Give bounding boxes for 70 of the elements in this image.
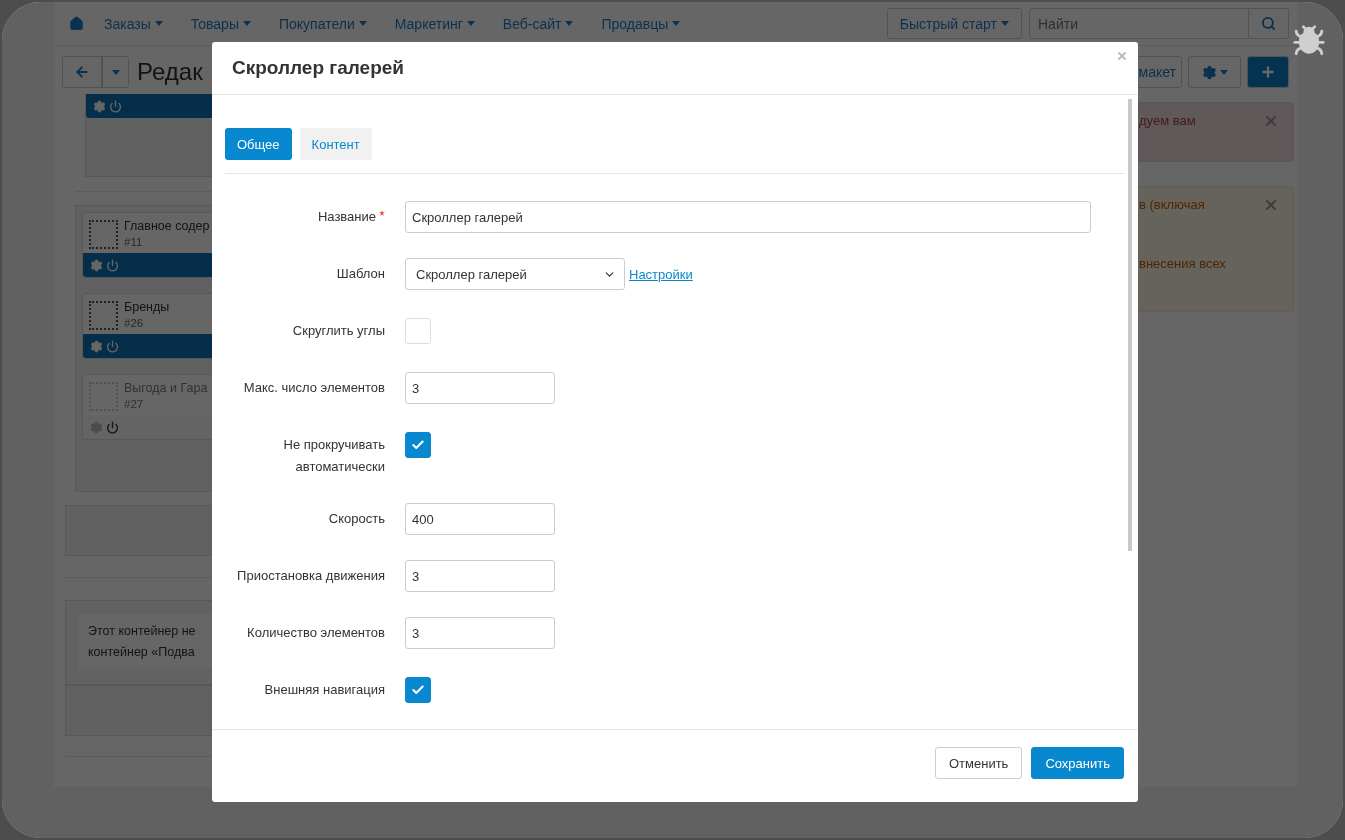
text-field[interactable]: 3	[405, 372, 555, 404]
caret-icon	[466, 21, 475, 26]
save-button[interactable]: Сохранить	[1031, 747, 1124, 779]
caret-icon	[242, 21, 251, 26]
notice-text: Этот контейнер не	[88, 624, 197, 638]
add-button[interactable]	[1247, 56, 1289, 88]
caret-icon	[672, 21, 681, 26]
tab[interactable]: Общее	[225, 128, 292, 160]
menu-item[interactable]: Маркетинг	[394, 15, 475, 32]
menu-item[interactable]: Заказы	[104, 15, 163, 32]
checkbox[interactable]	[405, 432, 431, 458]
text-field[interactable]: 3	[405, 617, 555, 649]
block-icon	[89, 301, 118, 330]
field-label: Скруглить углы	[292, 322, 385, 340]
menu-item[interactable]: Продавцы	[601, 15, 681, 32]
check-icon	[411, 438, 425, 452]
close-icon[interactable]	[1263, 197, 1279, 213]
menu-item[interactable]: Покупатели	[278, 15, 367, 32]
power-icon[interactable]	[109, 99, 122, 113]
template-select[interactable]: Скроллер галерей	[405, 258, 625, 290]
bug-icon[interactable]	[1292, 24, 1326, 58]
dropdown-button[interactable]	[102, 56, 129, 88]
text-field[interactable]: Скроллер галерей	[405, 201, 1091, 233]
home-icon[interactable]	[69, 16, 84, 31]
cancel-button[interactable]: Отменить	[935, 747, 1023, 779]
checkbox[interactable]	[405, 677, 431, 703]
power-icon[interactable]	[106, 339, 119, 353]
block-name: Главное содер	[124, 219, 210, 233]
check-icon	[411, 683, 425, 697]
field-label: Название	[317, 208, 376, 226]
dialog-title: Скроллер галерей	[232, 57, 405, 79]
caret-icon	[1219, 69, 1228, 75]
field-label: Количество элементов	[247, 624, 385, 642]
page-title: Редак	[137, 58, 203, 86]
alert-text: внесения всех	[1139, 256, 1226, 271]
field-label: Приостановка движения	[237, 567, 385, 585]
tab[interactable]: Контент	[299, 128, 372, 160]
menu-item[interactable]: Товары	[190, 15, 251, 32]
quick-start-button[interactable]: Быстрый старт	[886, 8, 1022, 39]
plus-icon	[1260, 64, 1276, 80]
text-field[interactable]: 3	[405, 560, 555, 592]
notice-text: контейнер «Подва	[88, 645, 196, 659]
field-label: Шаблон	[336, 265, 385, 283]
back-button[interactable]	[62, 56, 102, 88]
caret-icon	[358, 21, 367, 26]
field-label: Не прокручивать автоматически	[282, 436, 385, 476]
search-icon	[1261, 16, 1276, 31]
alert-text: дуем вам	[1139, 113, 1196, 128]
close-icon[interactable]	[1263, 113, 1279, 129]
field-label: Макс. число элементов	[243, 379, 385, 397]
text-field[interactable]: 400	[405, 503, 555, 535]
settings-button[interactable]	[1188, 56, 1241, 88]
caret-icon	[154, 21, 163, 26]
alert-text: в (включая	[1139, 197, 1205, 212]
power-icon[interactable]	[106, 258, 119, 272]
gear-icon	[1201, 64, 1217, 80]
block-number: #11	[124, 236, 144, 248]
search-button[interactable]	[1249, 8, 1289, 39]
block-name: Бренды	[124, 300, 170, 314]
menu-item[interactable]: Веб-сайт	[502, 15, 574, 32]
field-label: Скорость	[328, 510, 385, 528]
caret-icon	[565, 21, 574, 26]
scrollbar[interactable]	[1128, 99, 1132, 551]
settings-link[interactable]: Настройки	[629, 266, 693, 282]
caret-icon	[1001, 21, 1009, 26]
field-label: Внешняя навигация	[264, 681, 385, 699]
close-button[interactable]	[1116, 50, 1128, 62]
caret-icon	[111, 69, 120, 75]
block-icon	[89, 220, 118, 249]
block-number: #26	[124, 317, 145, 329]
